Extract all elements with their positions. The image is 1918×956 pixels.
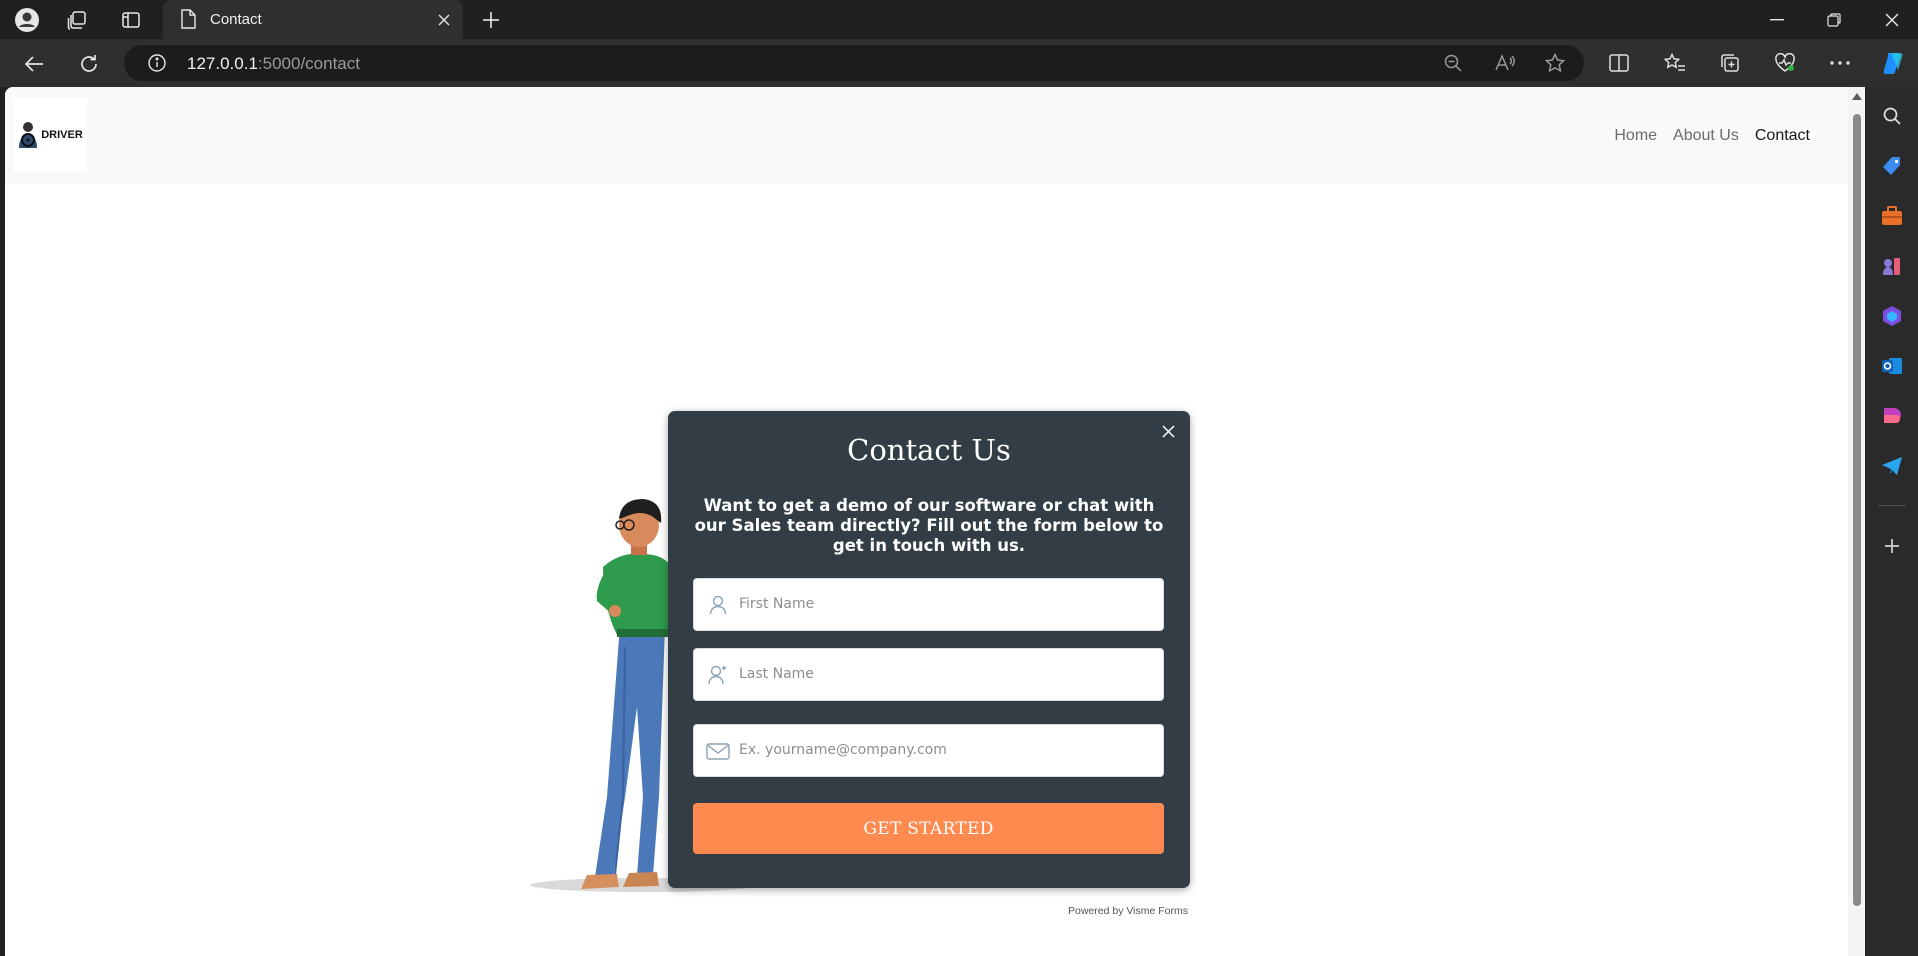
- minimize-icon[interactable]: [1757, 6, 1797, 34]
- email-field[interactable]: Ex. yourname@company.com: [693, 724, 1164, 777]
- zoom-out-icon[interactable]: [1440, 50, 1466, 76]
- form-title: Contact Us: [847, 433, 1011, 467]
- refresh-icon[interactable]: [74, 49, 104, 79]
- browser-side-panel: [1866, 87, 1918, 956]
- email-placeholder: Ex. yourname@company.com: [739, 742, 947, 758]
- active-tab[interactable]: Contact: [163, 0, 463, 39]
- search-icon[interactable]: [1879, 103, 1905, 129]
- nav-about-link[interactable]: About Us: [1673, 127, 1739, 145]
- copilot-app-icon[interactable]: [1879, 303, 1905, 329]
- site-nav: Home About Us Contact: [1614, 127, 1810, 145]
- designer-icon[interactable]: [1879, 403, 1905, 429]
- form-description: Want to get a demo of our software or ch…: [694, 496, 1164, 555]
- first-name-placeholder: First Name: [739, 596, 815, 612]
- address-bar[interactable]: 127.0.0.1:5000/contact: [124, 45, 1584, 81]
- site-info-icon[interactable]: [144, 50, 170, 76]
- page-icon: [180, 9, 196, 34]
- tab-close-icon[interactable]: [433, 9, 455, 31]
- shopping-tag-icon[interactable]: [1879, 153, 1905, 179]
- browser-essentials-icon[interactable]: [1770, 48, 1800, 78]
- collections-icon[interactable]: [1715, 48, 1745, 78]
- url-text: 127.0.0.1:5000/contact: [187, 54, 360, 73]
- favorites-icon[interactable]: [1660, 48, 1690, 78]
- contact-form: Contact Us Want to get a demo of our sof…: [668, 411, 1190, 888]
- favorite-star-icon[interactable]: [1542, 50, 1568, 76]
- profile-icon[interactable]: [13, 6, 41, 34]
- user-icon: [706, 593, 730, 617]
- vertical-tabs-icon[interactable]: [117, 6, 145, 34]
- site-logo[interactable]: DRIVER: [13, 98, 87, 172]
- driver-logo-icon: [19, 122, 38, 148]
- mail-icon: [706, 739, 730, 763]
- scroll-thumb[interactable]: [1853, 114, 1861, 906]
- browser-tab-bar: Contact: [0, 0, 1918, 39]
- workspaces-icon[interactable]: [63, 6, 91, 34]
- browser-toolbar: 127.0.0.1:5000/contact: [0, 39, 1918, 87]
- site-header: DRIVER Home About Us Contact: [5, 87, 1848, 184]
- tab-title: Contact: [210, 11, 262, 28]
- nav-home-link[interactable]: Home: [1614, 127, 1657, 145]
- split-screen-icon[interactable]: [1604, 48, 1634, 78]
- page-scrollbar[interactable]: [1848, 87, 1865, 956]
- more-options-icon[interactable]: [1825, 48, 1855, 78]
- read-aloud-icon[interactable]: [1492, 50, 1518, 76]
- back-icon[interactable]: [19, 49, 49, 79]
- outlook-icon[interactable]: [1879, 353, 1905, 379]
- first-name-field[interactable]: First Name: [693, 578, 1164, 631]
- restore-icon[interactable]: [1814, 6, 1854, 34]
- last-name-field[interactable]: Last Name: [693, 648, 1164, 701]
- nav-contact-link[interactable]: Contact: [1755, 127, 1810, 145]
- games-chess-icon[interactable]: [1879, 253, 1905, 279]
- new-tab-icon[interactable]: [477, 6, 505, 34]
- logo-text: DRIVER: [41, 129, 83, 141]
- close-window-icon[interactable]: [1872, 6, 1912, 34]
- get-started-button[interactable]: GET STARTED: [693, 803, 1164, 854]
- user-plus-icon: [706, 663, 730, 687]
- powered-by-link[interactable]: Powered by Visme Forms: [1068, 905, 1188, 917]
- copilot-icon[interactable]: [1878, 48, 1908, 78]
- scroll-up-arrow-icon[interactable]: [1852, 93, 1862, 100]
- send-icon[interactable]: [1879, 453, 1905, 479]
- tools-briefcase-icon[interactable]: [1879, 203, 1905, 229]
- add-icon[interactable]: [1879, 533, 1905, 559]
- last-name-placeholder: Last Name: [739, 666, 814, 682]
- side-panel-divider: [1878, 505, 1906, 506]
- page-viewport: DRIVER Home About Us Contact Contact Us …: [5, 87, 1865, 956]
